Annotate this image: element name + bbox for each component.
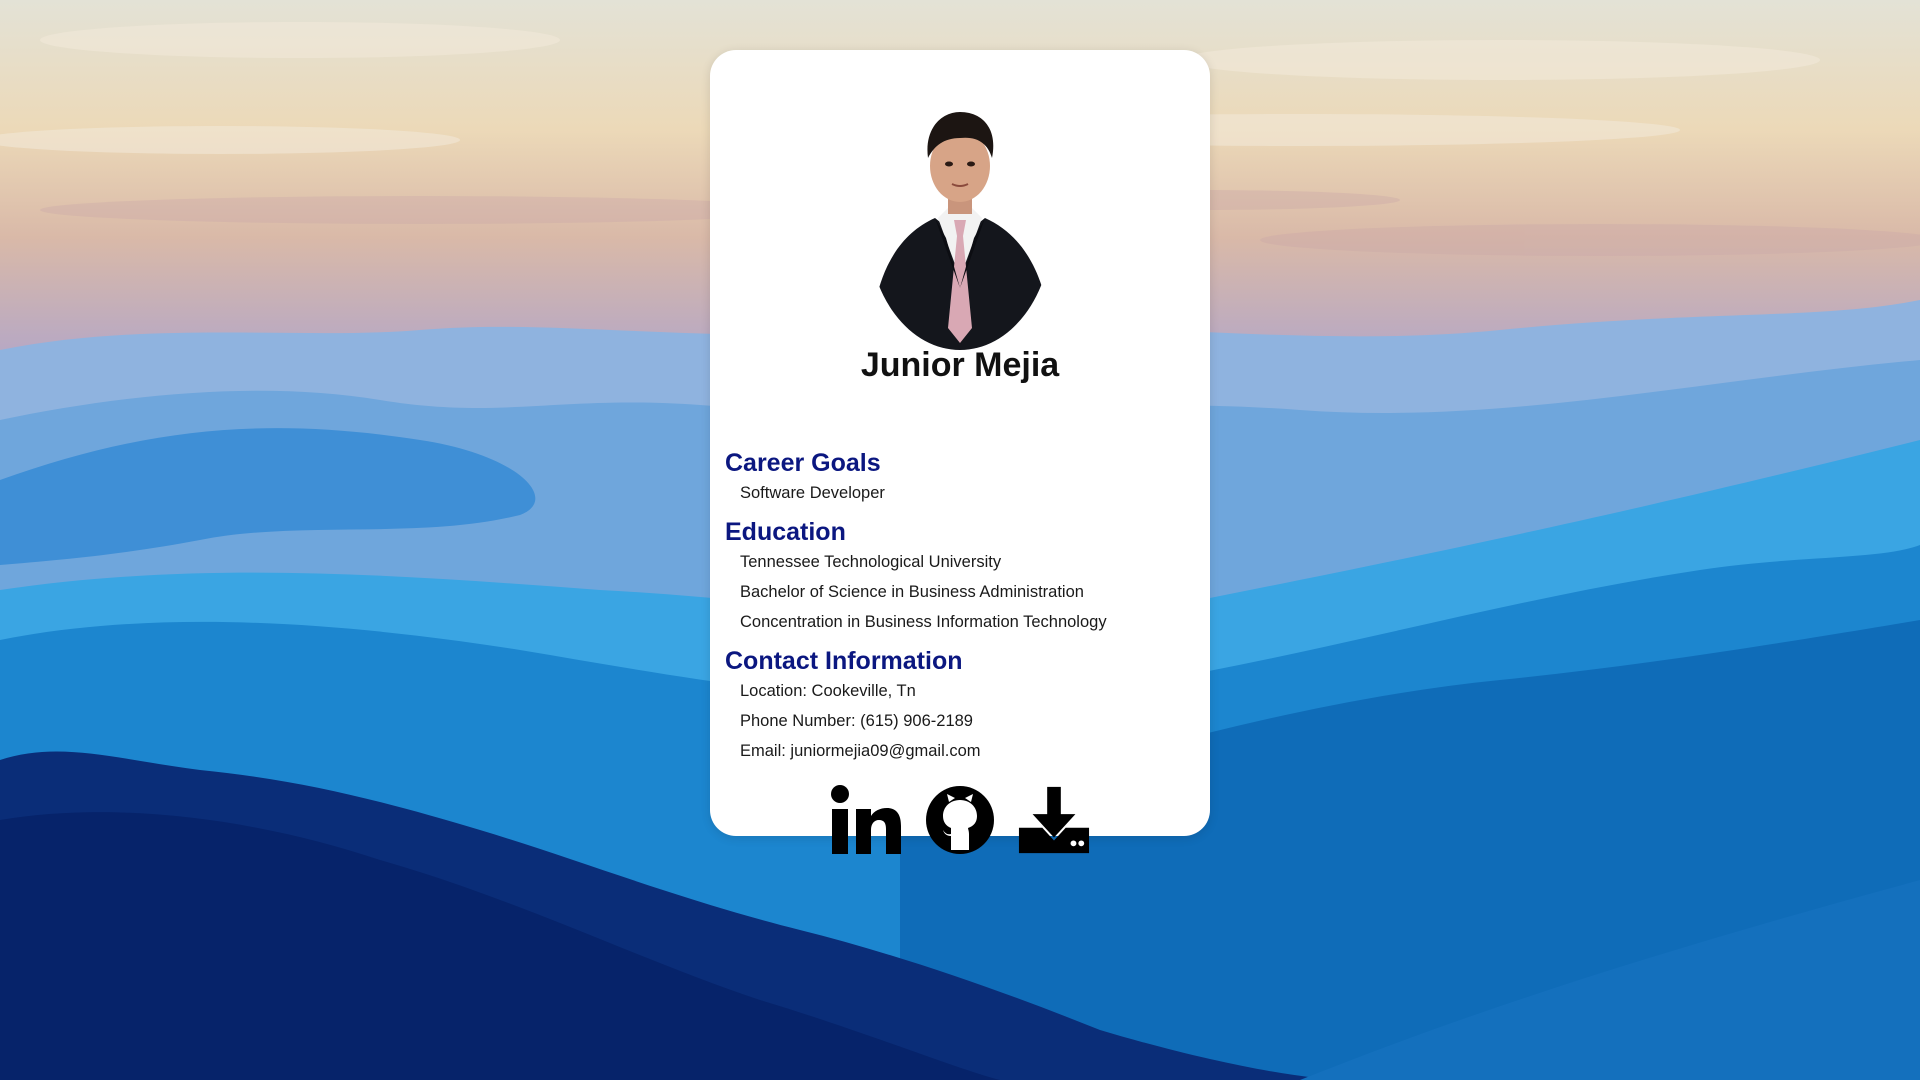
social-links (710, 780, 1210, 860)
location-item: Location: Cookeville, Tn (740, 682, 916, 700)
contact-heading: Contact Information (725, 647, 963, 675)
download-resume-link[interactable] (1017, 782, 1091, 858)
list-item: Concentration in Business Information Te… (740, 613, 1107, 631)
contact-section: Contact Information Location: Cookeville… (725, 646, 1195, 766)
email-item: Email: juniormejia09@gmail.com (740, 742, 981, 760)
linkedin-link[interactable] (829, 782, 903, 858)
profile-card: Junior Mejia Career Goals Software Devel… (710, 50, 1210, 854)
github-icon (926, 786, 994, 854)
download-icon (1018, 786, 1090, 854)
profile-name: Junior Mejia (860, 346, 1060, 384)
github-link[interactable] (923, 782, 997, 858)
list-item: Bachelor of Science in Business Administ… (740, 583, 1084, 601)
education-section: Education Tennessee Technological Univer… (725, 517, 1195, 637)
contact-list: Location: Cookeville, Tn Phone Number: (… (725, 676, 1195, 766)
list-item: Software Developer (740, 484, 885, 502)
career-goals-list: Software Developer (725, 478, 1195, 508)
profile-photo (850, 88, 1070, 350)
list-item: Tennessee Technological University (740, 553, 1002, 571)
education-heading: Education (725, 518, 846, 546)
education-list: Tennessee Technological University Bache… (725, 547, 1195, 637)
career-goals-heading: Career Goals (725, 449, 881, 477)
phone-item: Phone Number: (615) 906-2189 (740, 712, 973, 730)
career-goals-section: Career Goals Software Developer (725, 448, 1195, 508)
linkedin-icon (831, 785, 901, 854)
